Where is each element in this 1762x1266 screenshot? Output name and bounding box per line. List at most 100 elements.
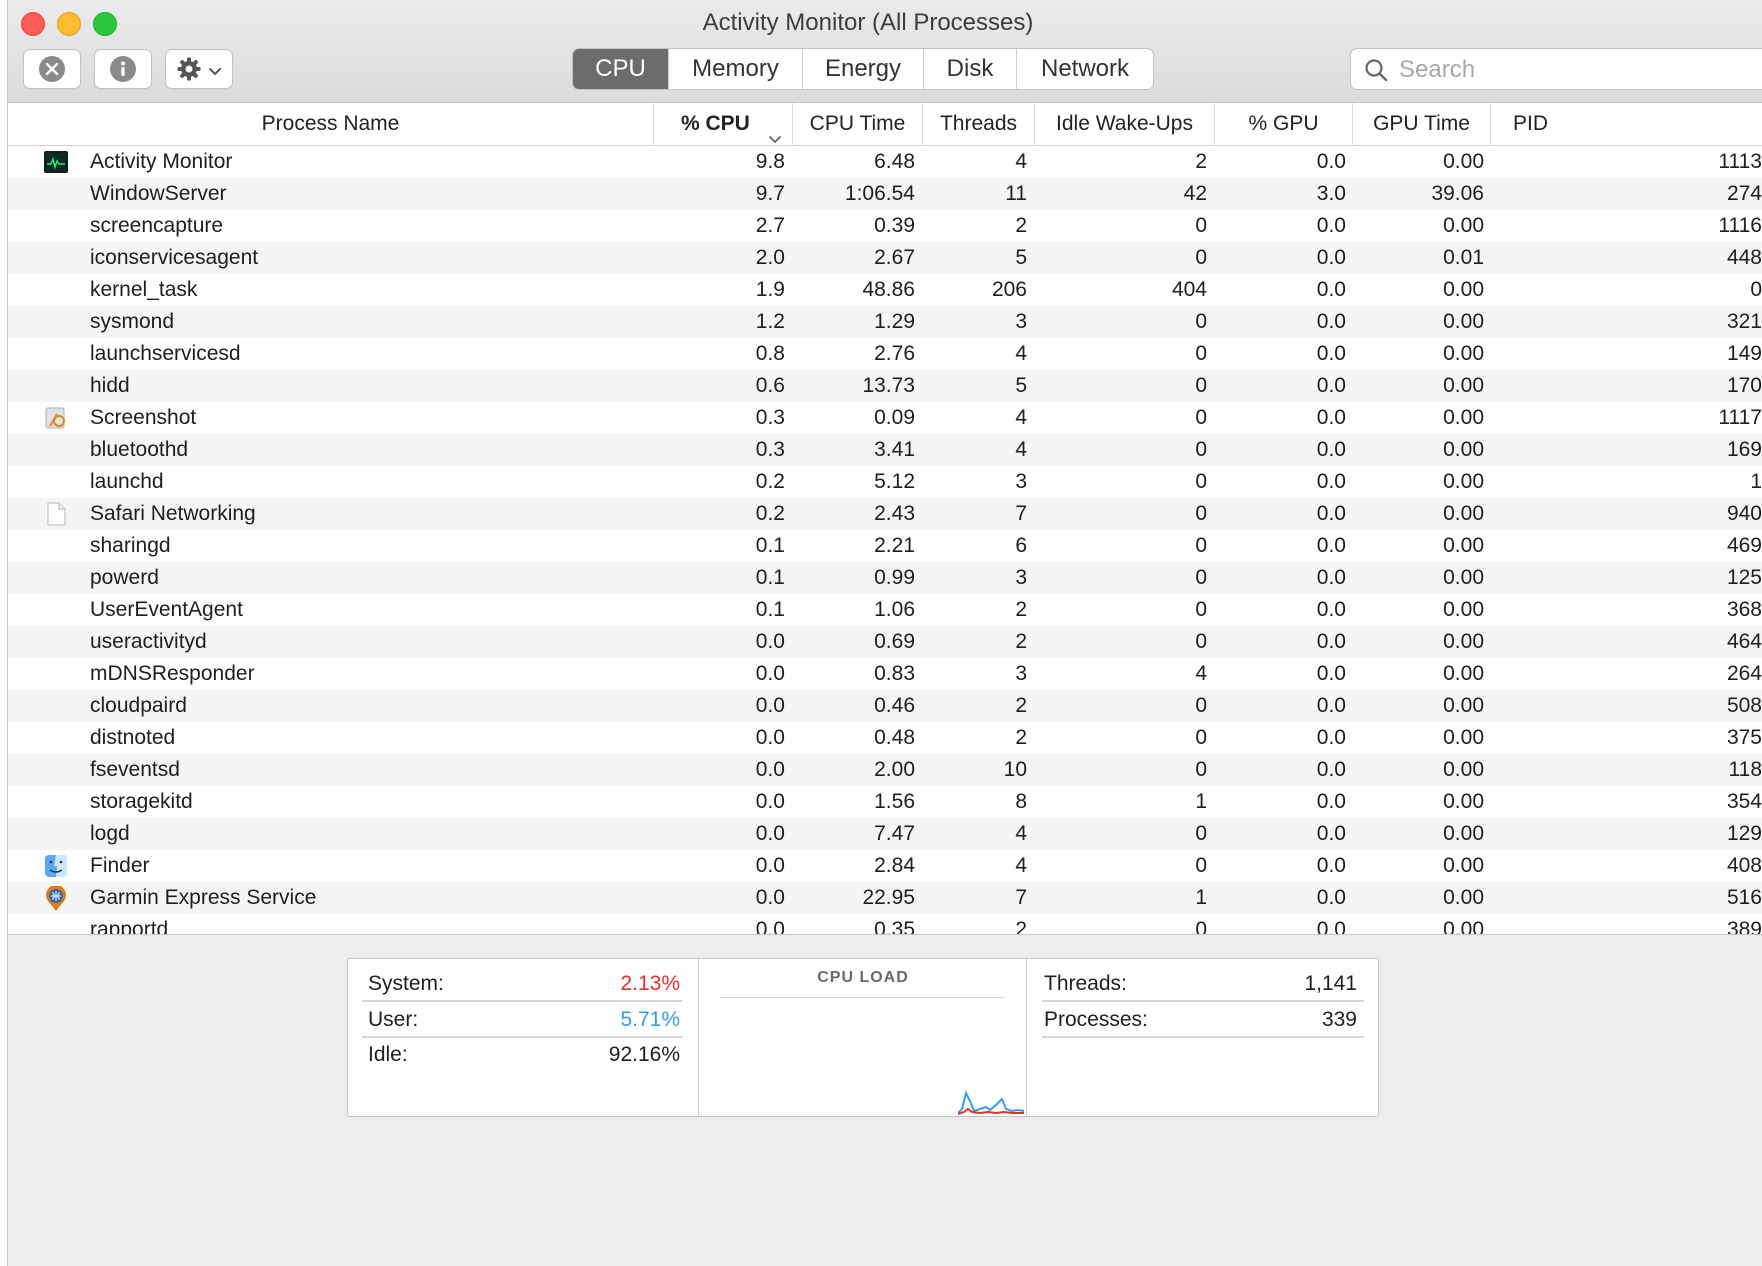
process-name-cell: Activity Monitor	[90, 150, 233, 173]
process-name-cell: launchd	[90, 470, 164, 493]
threads-cell: 8	[1015, 790, 1027, 813]
summary-panel: System: 2.13% User: 5.71% Idle: 92.16% C…	[8, 934, 1762, 1266]
idle-wakeups-cell: 0	[1195, 598, 1207, 621]
table-row[interactable]: kernel_task 1.9 48.86 206 404 0.0 0.00 0	[8, 274, 1762, 306]
pid-cell: 408	[1726, 854, 1762, 877]
cpu-load-title: CPU LOAD	[817, 969, 909, 986]
action-menu-button[interactable]	[165, 49, 233, 89]
process-name-cell: distnoted	[90, 726, 176, 749]
cpu-load-graph	[958, 1090, 1024, 1115]
column-header-cpu[interactable]: % CPU	[653, 103, 792, 145]
cpu-cell: 9.7	[755, 182, 785, 205]
table-row[interactable]: sysmond 1.2 1.29 3 0 0.0 0.00 321	[8, 306, 1762, 338]
gpu-cell: 0.0	[1316, 694, 1346, 717]
cpu-cell: 0.2	[755, 470, 785, 493]
threads-cell: 2	[1015, 726, 1027, 749]
table-row[interactable]: distnoted 0.0 0.48 2 0 0.0 0.00 375	[8, 722, 1762, 754]
gpu-cell: 0.0	[1316, 214, 1346, 237]
idle-wakeups-cell: 0	[1195, 342, 1207, 365]
cpu-time-cell: 6.48	[874, 150, 915, 173]
cpu-stats-box: System: 2.13% User: 5.71% Idle: 92.16% C…	[347, 958, 1379, 1117]
tab-disk[interactable]: Disk	[924, 49, 1017, 89]
table-row[interactable]: useractivityd 0.0 0.69 2 0 0.0 0.00 464	[8, 626, 1762, 658]
column-header-process-name[interactable]: Process Name	[8, 103, 653, 145]
x-circle-icon	[39, 56, 65, 82]
divider	[720, 997, 1004, 998]
cpu-time-cell: 1.29	[874, 310, 915, 333]
search-input[interactable]	[1397, 55, 1761, 85]
table-row[interactable]: launchd 0.2 5.12 3 0 0.0 0.00 1	[8, 466, 1762, 498]
inspect-process-button[interactable]	[94, 49, 152, 89]
garmin-icon	[44, 885, 68, 911]
table-row[interactable]: screencapture 2.7 0.39 2 0 0.0 0.00 1116	[8, 210, 1762, 242]
table-row[interactable]: sharingd 0.1 2.21 6 0 0.0 0.00 469	[8, 530, 1762, 562]
pid-cell: 464	[1726, 630, 1762, 653]
threads-cell: 2	[1015, 214, 1027, 237]
cpu-cell: 0.0	[755, 662, 785, 685]
cpu-time-cell: 3.41	[874, 438, 915, 461]
cpu-cell: 0.0	[755, 758, 785, 781]
table-row[interactable]: storagekitd 0.0 1.56 8 1 0.0 0.00 354	[8, 786, 1762, 818]
process-name-cell: cloudpaird	[90, 694, 187, 717]
tab-cpu[interactable]: CPU	[573, 49, 669, 89]
table-row[interactable]: mDNSResponder 0.0 0.83 3 4 0.0 0.00 264	[8, 658, 1762, 690]
user-value: 5.71%	[620, 1008, 680, 1031]
table-row[interactable]: iconservicesagent 2.0 2.67 5 0 0.0 0.01 448	[8, 242, 1762, 274]
table-row[interactable]: launchservicesd 0.8 2.76 4 0 0.0 0.00 149	[8, 338, 1762, 370]
pid-cell: 1113	[1718, 150, 1762, 173]
table-row[interactable]: fseventsd 0.0 2.00 10 0 0.0 0.00 118	[8, 754, 1762, 786]
table-row[interactable]: WindowServer 9.7 1:06.54 11 42 3.0 39.06 274	[8, 178, 1762, 210]
stop-process-button[interactable]	[23, 49, 81, 89]
cpu-cell: 0.3	[755, 438, 785, 461]
tab-energy[interactable]: Energy	[803, 49, 924, 89]
table-row[interactable]: Screenshot 0.3 0.09 4 0 0.0 0.00 1117	[8, 402, 1762, 434]
table-row[interactable]: logd 0.0 7.47 4 0 0.0 0.00 129	[8, 818, 1762, 850]
cpu-cell: 0.0	[755, 790, 785, 813]
column-header-idle-wakeups[interactable]: Idle Wake-Ups	[1034, 103, 1214, 145]
table-row[interactable]: rapportd 0.0 0.35 2 0 0.0 0.00 389	[8, 914, 1762, 934]
idle-wakeups-cell: 0	[1195, 534, 1207, 557]
processes-label: Processes:	[1044, 1008, 1148, 1031]
gpu-time-cell: 39.06	[1431, 182, 1484, 205]
toolbar: Activity Monitor (All Processes) CPU Mem…	[8, 0, 1762, 103]
gpu-time-cell: 0.01	[1443, 246, 1484, 269]
pid-cell: 508	[1726, 694, 1762, 717]
threads-cell: 5	[1015, 374, 1027, 397]
table-row[interactable]: UserEventAgent 0.1 1.06 2 0 0.0 0.00 368	[8, 594, 1762, 626]
idle-wakeups-cell: 0	[1195, 246, 1207, 269]
threads-cell: 3	[1015, 662, 1027, 685]
gpu-cell: 0.0	[1316, 534, 1346, 557]
process-name-cell: logd	[90, 822, 130, 845]
cpu-time-cell: 0.99	[874, 566, 915, 589]
process-name-cell: Screenshot	[90, 406, 197, 429]
tab-network[interactable]: Network	[1017, 49, 1153, 89]
process-name-cell: UserEventAgent	[90, 598, 243, 621]
process-name-cell: Finder	[90, 854, 150, 877]
idle-label: Idle:	[368, 1043, 408, 1066]
gpu-cell: 0.0	[1316, 566, 1346, 589]
table-row[interactable]: Activity Monitor 9.8 6.48 4 2 0.0 0.00 1113	[8, 146, 1762, 178]
column-header-gpu[interactable]: % GPU	[1214, 103, 1352, 145]
column-header-cpu-time[interactable]: CPU Time	[792, 103, 922, 145]
idle-wakeups-cell: 0	[1195, 214, 1207, 237]
table-row[interactable]: cloudpaird 0.0 0.46 2 0 0.0 0.00 508	[8, 690, 1762, 722]
cpu-time-cell: 13.73	[862, 374, 915, 397]
gpu-time-cell: 0.00	[1443, 918, 1484, 934]
pid-cell: 149	[1726, 342, 1762, 365]
threads-cell: 4	[1015, 854, 1027, 877]
table-row[interactable]: hidd 0.6 13.73 5 0 0.0 0.00 170	[8, 370, 1762, 402]
tab-memory[interactable]: Memory	[669, 49, 803, 89]
table-row[interactable]: powerd 0.1 0.99 3 0 0.0 0.00 125	[8, 562, 1762, 594]
idle-wakeups-cell: 0	[1195, 758, 1207, 781]
idle-wakeups-cell: 2	[1195, 150, 1207, 173]
search-box[interactable]	[1350, 48, 1762, 90]
column-header-threads[interactable]: Threads	[922, 103, 1034, 145]
table-row[interactable]: bluetoothd 0.3 3.41 4 0 0.0 0.00 169	[8, 434, 1762, 466]
cpu-cell: 0.0	[755, 726, 785, 749]
column-header-pid[interactable]: PID	[1490, 103, 1570, 145]
table-row[interactable]: Finder 0.0 2.84 4 0 0.0 0.00 408	[8, 850, 1762, 882]
gpu-cell: 0.0	[1316, 918, 1346, 934]
column-header-gpu-time[interactable]: GPU Time	[1352, 103, 1490, 145]
table-row[interactable]: Safari Networking 0.2 2.43 7 0 0.0 0.00 940	[8, 498, 1762, 530]
table-row[interactable]: Garmin Express Service 0.0 22.95 7 1 0.0 0.00 5…	[8, 882, 1762, 914]
